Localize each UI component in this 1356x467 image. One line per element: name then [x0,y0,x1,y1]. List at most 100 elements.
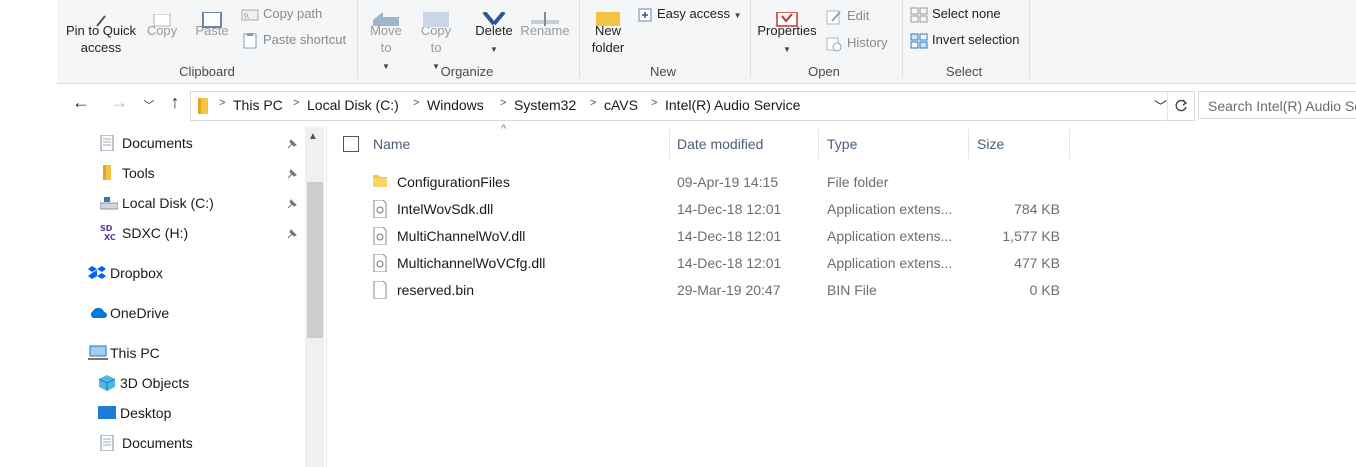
ribbon-separator [902,0,903,78]
file-name: IntelWovSdk.dll [397,201,494,217]
nav-item-documents[interactable]: Documents [100,429,300,457]
back-arrow-icon: ← [72,92,90,112]
column-header-type[interactable]: Type [827,136,857,152]
column-separator[interactable] [669,129,670,159]
nav-item-this-pc[interactable]: This PC [88,339,288,367]
invert-selection-label: Invert selection [932,32,1020,47]
easy-access-button[interactable]: Easy access ▼ [637,4,742,24]
nav-item-label: Tools [122,165,155,181]
breadcrumb-local-disk[interactable]: Local Disk (C:) [307,97,399,113]
history-button[interactable]: History [825,33,887,53]
refresh-button[interactable] [1167,91,1194,121]
breadcrumb-this-pc[interactable]: This PC [233,97,283,113]
edit-button[interactable]: Edit [825,6,869,26]
file-type: Application extens... [827,228,953,244]
table-row[interactable]: IntelWovSdk.dll 14-Dec-18 12:01 Applicat… [367,196,1067,223]
history-icon [826,37,842,52]
file-size: 0 KB [1029,282,1060,298]
folder-icon [198,98,208,114]
table-row[interactable]: reserved.bin 29-Mar-19 20:47 BIN File 0 … [367,277,1067,304]
file-date: 14-Dec-18 12:01 [677,201,782,217]
back-button[interactable]: ← [69,92,93,113]
copy-button[interactable]: Copy [143,14,181,39]
file-name: MultichannelWoVCfg.dll [397,255,546,271]
nav-item-label: SDXC (H:) [122,225,189,241]
delete-button[interactable]: Delete ▼ [471,12,517,58]
delete-icon [482,12,506,26]
folder-icon [373,175,387,187]
nav-item-label: Desktop [120,405,172,421]
nav-item-3d-objects[interactable]: 3D Objects [98,369,298,397]
pin-to-quick-access-button[interactable]: Pin to Quick access [63,15,139,56]
nav-item-onedrive[interactable]: OneDrive [88,299,288,327]
nav-item-label: Documents [122,135,193,151]
nav-item-documents-pinned[interactable]: Documents [100,129,300,157]
svg-text:XC: XC [104,233,116,241]
file-list: ^ Name Date modified Type Size Configura… [327,123,1356,467]
nav-item-desktop[interactable]: Desktop [98,399,298,427]
table-row[interactable]: MultichannelWoVCfg.dll 14-Dec-18 12:01 A… [367,250,1067,277]
forward-button[interactable]: → [107,92,131,113]
recent-locations-button[interactable]: ﹀ [137,97,161,113]
select-none-button[interactable]: Select none [910,4,1001,24]
column-header-size[interactable]: Size [977,136,1004,152]
column-header-date[interactable]: Date modified [677,136,763,152]
breadcrumb-intel-audio-service[interactable]: Intel(R) Audio Service [665,97,800,113]
file-size: 784 KB [1014,201,1060,217]
new-folder-button[interactable]: New folder [585,12,631,56]
scroll-up-arrow-icon[interactable]: ▲ [308,131,318,142]
copy-path-button[interactable]: \\ Copy path [241,4,322,24]
search-input[interactable]: Search Intel(R) Audio Service [1198,91,1356,119]
breadcrumb-cavs[interactable]: cAVS [604,97,638,113]
up-button[interactable]: ↑ [163,92,187,113]
copy-to-icon [423,12,449,27]
file-size: 1,577 KB [1002,228,1060,244]
navigation-pane: Documents Tools Local Disk (C:) SD XC SDX… [57,127,327,467]
delete-caret-icon: ▼ [490,45,498,54]
ribbon-separator [1029,0,1030,78]
nav-item-local-disk[interactable]: Local Disk (C:) [100,189,300,217]
properties-button[interactable]: Properties ▼ [755,12,819,58]
column-separator[interactable] [968,129,969,159]
column-separator[interactable] [1069,129,1070,159]
desktop-icon [98,406,116,419]
invert-selection-icon [910,33,928,49]
pin-icon [287,169,297,179]
open-group-label: Open [808,64,840,79]
paste-shortcut-label: Paste shortcut [263,32,347,47]
nav-pane-scrollbar-thumb[interactable] [307,182,323,338]
paste-shortcut-icon [243,32,257,49]
paste-shortcut-button[interactable]: Paste shortcut [241,30,346,50]
rename-button[interactable]: Rename [519,12,571,39]
nav-item-label: OneDrive [110,305,170,321]
nav-item-tools[interactable]: Tools [100,159,300,187]
nav-item-dropbox[interactable]: Dropbox [88,259,288,287]
paste-icon [202,12,222,28]
breadcrumb-system32[interactable]: System32 [514,97,576,113]
nav-item-label: 3D Objects [120,375,190,391]
breadcrumb-windows[interactable]: Windows [427,97,484,113]
copy-path-icon: \\ [241,9,259,21]
paste-button[interactable]: Paste [191,12,233,39]
table-row[interactable]: ConfigurationFiles 09-Apr-19 14:15 File … [367,169,1067,196]
file-name: reserved.bin [397,282,475,298]
column-header-name[interactable]: Name [373,136,410,152]
select-all-checkbox[interactable] [343,136,359,152]
pin-icon [287,199,297,209]
documents-icon [100,435,114,451]
breadcrumb-separator-icon: > [413,97,420,109]
breadcrumb-separator-icon: > [590,97,597,109]
this-pc-icon [88,345,108,360]
invert-selection-button[interactable]: Invert selection [910,30,1019,50]
move-to-caret-icon: ▼ [382,62,390,71]
dll-file-icon [373,227,387,245]
file-type: Application extens... [827,255,953,271]
breadcrumb-separator-icon: > [500,97,507,109]
drive-icon [100,197,118,210]
table-row[interactable]: MultiChannelWoV.dll 14-Dec-18 12:01 Appl… [367,223,1067,250]
address-bar[interactable]: > This PC > Local Disk (C:) > Windows > … [190,91,1195,121]
file-date: 09-Apr-19 14:15 [677,174,779,190]
nav-item-sdxc[interactable]: SD XC SDXC (H:) [100,219,300,247]
pin-icon [287,139,297,149]
column-separator[interactable] [818,129,819,159]
